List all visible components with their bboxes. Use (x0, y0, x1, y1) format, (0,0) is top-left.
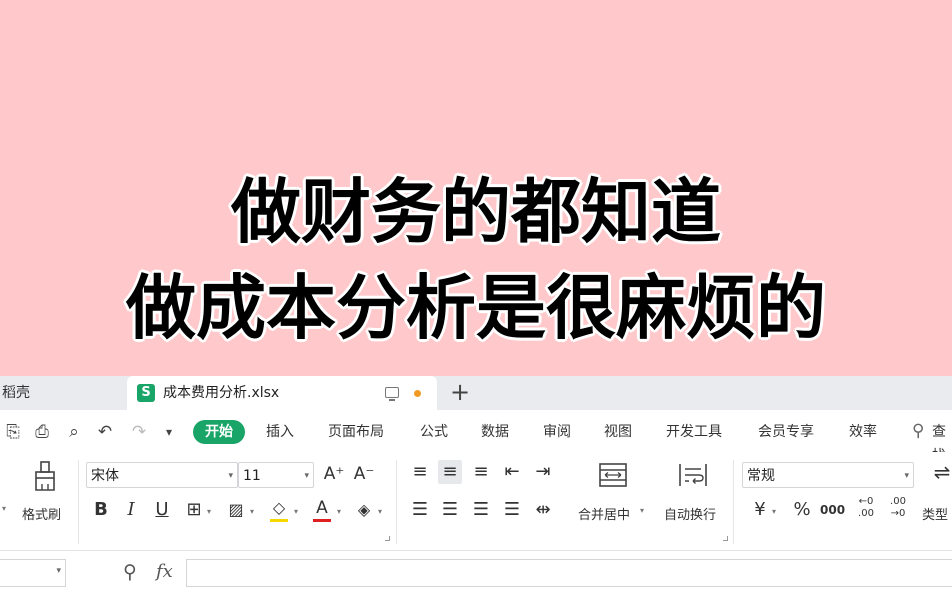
divider (78, 460, 79, 544)
chevron-down-icon[interactable]: ▾ (378, 507, 382, 516)
align-middle-icon[interactable]: ≡ (438, 460, 462, 484)
format-painter-caret-icon[interactable]: ▾ (2, 504, 6, 513)
italic-button[interactable]: I (119, 498, 143, 522)
decrease-indent-icon[interactable]: ⇤ (500, 460, 524, 484)
font-color-swatch (313, 519, 331, 522)
promo-banner: 做财务的都知道 做成本分析是很麻烦的 (0, 0, 952, 376)
name-box[interactable]: ▾ (0, 559, 66, 587)
align-bottom-icon[interactable]: ≡ (469, 460, 493, 484)
menu-insert[interactable]: 插入 (266, 420, 294, 444)
borders-icon[interactable]: ⊞ (182, 498, 206, 522)
tab-daoke[interactable]: 稻壳 (0, 376, 122, 410)
chevron-down-icon: ▾ (304, 471, 309, 481)
type-convert-label[interactable]: 类型 (922, 504, 948, 523)
tab-active-document[interactable]: S 成本费用分析.xlsx (127, 376, 437, 410)
menu-bar: ⎘ ⎙ ⌕ ↶ ↷ ▾ 开始 插入 页面布局 公式 数据 审阅 视图 开发工具 … (0, 410, 952, 464)
shrink-font-button[interactable]: A⁻ (352, 462, 376, 486)
menu-home[interactable]: 开始 (193, 420, 245, 444)
chevron-down-icon[interactable]: ▾ (772, 507, 776, 516)
search-icon[interactable]: ⚲ (912, 421, 924, 441)
font-color-icon[interactable]: A (310, 496, 334, 520)
fill-color-icon[interactable]: ◇ (267, 496, 291, 520)
merge-center-label[interactable]: 合并居中 (578, 504, 630, 523)
align-top-icon[interactable]: ≡ (408, 460, 432, 484)
cell-style-icon[interactable]: ▨ (224, 498, 248, 522)
menu-review[interactable]: 审阅 (543, 420, 571, 444)
type-convert-icon[interactable]: ⇌ (930, 460, 952, 484)
headline-line-1: 做财务的都知道 (231, 171, 721, 253)
chevron-down-icon[interactable]: ▾ (294, 507, 298, 516)
formula-input[interactable] (186, 559, 952, 587)
grow-font-button[interactable]: A⁺ (322, 462, 346, 486)
justify-icon[interactable]: ☰ (500, 498, 524, 522)
increase-indent-icon[interactable]: ⇥ (531, 460, 555, 484)
chevron-down-icon: ▾ (228, 471, 233, 481)
underline-button[interactable]: U (150, 498, 174, 522)
spreadsheet-app: 稻壳 S 成本费用分析.xlsx + ⎘ ⎙ ⌕ ↶ ↷ ▾ 开始 插入 页面布… (0, 376, 952, 595)
menu-page-layout[interactable]: 页面布局 (328, 420, 384, 444)
document-title: 成本费用分析.xlsx (163, 385, 280, 401)
export-icon[interactable]: ⎘ (2, 421, 24, 443)
insert-function-icon[interactable]: fx (156, 561, 173, 582)
menu-view[interactable]: 视图 (604, 420, 632, 444)
menu-member[interactable]: 会员专享 (758, 420, 814, 444)
eraser-icon[interactable]: ◈ (352, 498, 376, 522)
thousands-separator-button[interactable]: 000 (820, 498, 845, 522)
unsaved-dot-icon (414, 390, 421, 397)
spreadsheet-icon: S (137, 384, 155, 402)
customize-dropdown-icon[interactable]: ▾ (158, 421, 180, 443)
format-painter-icon[interactable] (32, 460, 58, 492)
chevron-down-icon[interactable]: ▾ (250, 507, 254, 516)
print-icon[interactable]: ⎙ (31, 421, 53, 443)
number-format-select[interactable]: 常规 ▾ (742, 462, 914, 488)
font-name-value: 宋体 (91, 468, 119, 484)
new-tab-plus-icon[interactable]: + (450, 376, 470, 410)
font-size-value: 11 (243, 468, 261, 484)
font-size-select[interactable]: 11 ▾ (238, 462, 314, 488)
redo-icon[interactable]: ↷ (128, 421, 150, 443)
bold-button[interactable]: B (89, 498, 113, 522)
divider (396, 460, 397, 544)
menu-developer[interactable]: 开发工具 (666, 420, 722, 444)
chevron-down-icon[interactable]: ▾ (337, 507, 341, 516)
ribbon-toolbar: ▾ 格式刷 宋体 ▾ 11 ▾ A⁺ A⁻ B I U ⊞ ▾ ▨ ▾ ◇ ▾ … (0, 452, 952, 551)
chevron-down-icon: ▾ (904, 471, 909, 481)
headline-line-2: 做成本分析是很麻烦的 (126, 267, 826, 349)
align-center-icon[interactable]: ☰ (438, 498, 462, 522)
font-name-select[interactable]: 宋体 ▾ (86, 462, 238, 488)
print-preview-icon[interactable]: ⌕ (63, 421, 85, 443)
wrap-text-label[interactable]: 自动换行 (664, 504, 716, 523)
formula-bar: ▾ ⚲ fx (0, 551, 952, 595)
increase-decimal-button[interactable]: ←0 .00 (852, 496, 880, 520)
number-format-value: 常规 (747, 468, 775, 484)
menu-efficiency[interactable]: 效率 (849, 420, 877, 444)
menu-data[interactable]: 数据 (481, 420, 509, 444)
divider (733, 460, 734, 544)
chevron-down-icon: ▾ (56, 566, 61, 576)
alignment-dialog-launcher-icon[interactable] (723, 536, 728, 541)
font-dialog-launcher-icon[interactable] (385, 536, 390, 541)
percent-button[interactable]: % (790, 498, 814, 522)
merge-center-icon[interactable] (598, 462, 628, 488)
distribute-icon[interactable]: ⇹ (531, 498, 555, 522)
undo-icon[interactable]: ↶ (94, 421, 116, 443)
format-painter-label[interactable]: 格式刷 (22, 504, 61, 523)
fill-color-swatch (270, 519, 288, 522)
chevron-down-icon[interactable]: ▾ (207, 507, 211, 516)
wrap-text-icon[interactable] (678, 462, 708, 488)
align-left-icon[interactable]: ☰ (408, 498, 432, 522)
chevron-down-icon[interactable]: ▾ (640, 506, 644, 515)
tab-bar: 稻壳 S 成本费用分析.xlsx + (0, 376, 952, 411)
monitor-icon[interactable] (385, 387, 399, 401)
menu-formulas[interactable]: 公式 (420, 420, 448, 444)
zoom-search-icon[interactable]: ⚲ (123, 561, 137, 583)
align-right-icon[interactable]: ☰ (469, 498, 493, 522)
currency-button[interactable]: ¥ (748, 498, 772, 522)
decrease-decimal-button[interactable]: .00 →0 (884, 496, 912, 520)
